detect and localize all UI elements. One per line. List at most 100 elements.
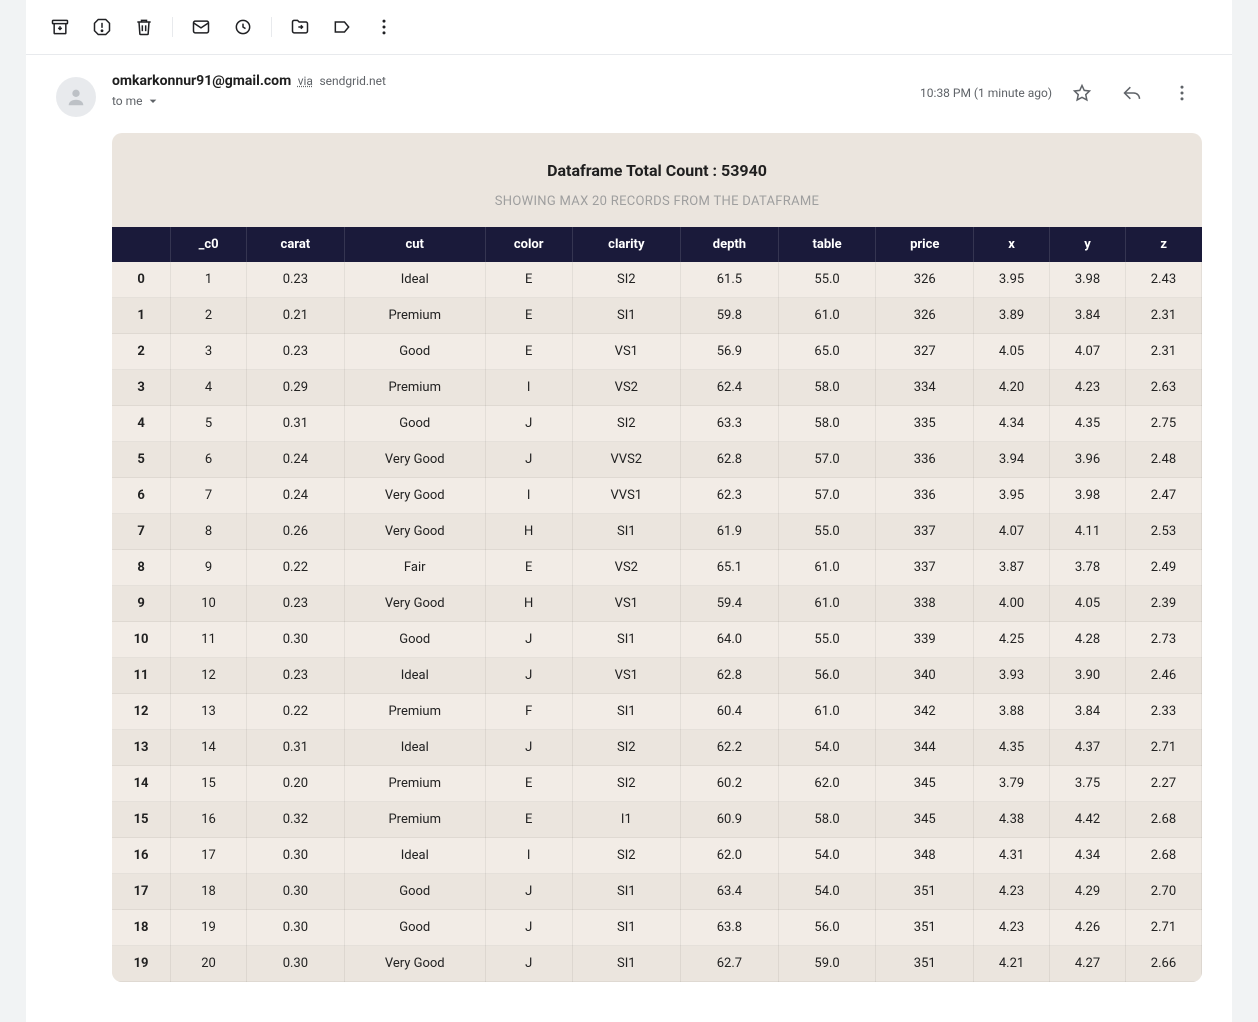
data-cell: 4.05: [1050, 586, 1126, 622]
moveto-button[interactable]: [280, 7, 320, 47]
data-cell: SI2: [572, 766, 681, 802]
sender-avatar[interactable]: [56, 77, 96, 117]
data-cell: 4.42: [1050, 802, 1126, 838]
data-cell: 3.90: [1050, 658, 1126, 694]
data-cell: 0.23: [247, 262, 345, 298]
data-cell: Good: [344, 874, 485, 910]
data-cell: 4.07: [974, 514, 1050, 550]
data-cell: 3.94: [974, 442, 1050, 478]
data-cell: 61.5: [681, 262, 779, 298]
data-cell: VVS1: [572, 478, 681, 514]
data-cell: 4.35: [974, 730, 1050, 766]
row-index-cell: 18: [112, 910, 171, 946]
data-cell: Ideal: [344, 658, 485, 694]
data-cell: 4.05: [974, 334, 1050, 370]
column-header: price: [876, 227, 974, 262]
data-cell: 0.26: [247, 514, 345, 550]
data-cell: 351: [876, 946, 974, 982]
data-cell: VS1: [572, 334, 681, 370]
data-cell: 351: [876, 910, 974, 946]
data-cell: 62.7: [681, 946, 779, 982]
data-cell: 337: [876, 550, 974, 586]
data-cell: 3.79: [974, 766, 1050, 802]
data-cell: 2: [171, 298, 247, 334]
row-index-cell: 2: [112, 334, 171, 370]
data-cell: SI1: [572, 874, 681, 910]
row-index-cell: 13: [112, 730, 171, 766]
snooze-button[interactable]: [223, 7, 263, 47]
data-cell: 3.96: [1050, 442, 1126, 478]
data-cell: 2.63: [1125, 370, 1201, 406]
data-cell: 56.0: [778, 658, 876, 694]
data-cell: 4.00: [974, 586, 1050, 622]
data-cell: 2.68: [1125, 802, 1201, 838]
table-header-row: _c0caratcutcolorclaritydepthtablepricexy…: [112, 227, 1202, 262]
recipient-line[interactable]: to me: [112, 93, 386, 109]
data-cell: Premium: [344, 370, 485, 406]
data-cell: Premium: [344, 802, 485, 838]
data-cell: 4.37: [1050, 730, 1126, 766]
reply-button[interactable]: [1112, 73, 1152, 113]
data-cell: 2.49: [1125, 550, 1201, 586]
data-cell: J: [485, 658, 572, 694]
spam-button[interactable]: [82, 7, 122, 47]
delete-button[interactable]: [124, 7, 164, 47]
data-cell: 345: [876, 802, 974, 838]
data-cell: 3.98: [1050, 478, 1126, 514]
data-cell: 2.75: [1125, 406, 1201, 442]
data-cell: 336: [876, 442, 974, 478]
data-cell: 3.95: [974, 478, 1050, 514]
message-meta: 10:38 PM (1 minute ago): [920, 73, 1202, 113]
data-cell: SI1: [572, 514, 681, 550]
labels-button[interactable]: [322, 7, 362, 47]
message-more-button[interactable]: [1162, 73, 1202, 113]
data-cell: 0.24: [247, 442, 345, 478]
data-cell: Good: [344, 910, 485, 946]
table-row: 230.23GoodEVS156.965.03274.054.072.31: [112, 334, 1202, 370]
message-toolbar: [26, 0, 1232, 55]
dataframe-table: _c0caratcutcolorclaritydepthtablepricexy…: [112, 227, 1202, 982]
table-row: 19200.30Very GoodJSI162.759.03514.214.27…: [112, 946, 1202, 982]
data-cell: 8: [171, 514, 247, 550]
data-cell: 16: [171, 802, 247, 838]
message-body: omkarkonnur91@gmail.com via sendgrid.net…: [112, 73, 1202, 982]
dataframe-subtitle: SHOWING MAX 20 RECORDS FROM THE DATAFRAM…: [132, 194, 1182, 209]
data-cell: 64.0: [681, 622, 779, 658]
more-button[interactable]: [364, 7, 404, 47]
data-cell: 63.4: [681, 874, 779, 910]
data-cell: 57.0: [778, 442, 876, 478]
data-cell: 60.4: [681, 694, 779, 730]
row-index-cell: 8: [112, 550, 171, 586]
star-button[interactable]: [1062, 73, 1102, 113]
table-row: 450.31GoodJSI263.358.03354.344.352.75: [112, 406, 1202, 442]
data-cell: J: [485, 622, 572, 658]
data-cell: 4.35: [1050, 406, 1126, 442]
table-row: 340.29PremiumIVS262.458.03344.204.232.63: [112, 370, 1202, 406]
data-cell: I1: [572, 802, 681, 838]
data-cell: 12: [171, 658, 247, 694]
data-cell: 337: [876, 514, 974, 550]
data-cell: J: [485, 946, 572, 982]
data-cell: VVS2: [572, 442, 681, 478]
data-cell: I: [485, 478, 572, 514]
column-header: color: [485, 227, 572, 262]
table-row: 18190.30GoodJSI163.856.03514.234.262.71: [112, 910, 1202, 946]
data-cell: Very Good: [344, 442, 485, 478]
data-cell: 4.23: [974, 910, 1050, 946]
data-cell: 62.3: [681, 478, 779, 514]
unread-button[interactable]: [181, 7, 221, 47]
via-domain: sendgrid.net: [319, 74, 386, 88]
data-cell: 2.66: [1125, 946, 1201, 982]
row-index-cell: 7: [112, 514, 171, 550]
archive-button[interactable]: [40, 7, 80, 47]
data-cell: E: [485, 262, 572, 298]
data-cell: 65.0: [778, 334, 876, 370]
row-index-cell: 12: [112, 694, 171, 730]
data-cell: Premium: [344, 694, 485, 730]
data-cell: 17: [171, 838, 247, 874]
table-row: 10110.30GoodJSI164.055.03394.254.282.73: [112, 622, 1202, 658]
data-cell: Very Good: [344, 478, 485, 514]
data-cell: VS1: [572, 586, 681, 622]
data-cell: 0.29: [247, 370, 345, 406]
message-area: omkarkonnur91@gmail.com via sendgrid.net…: [26, 55, 1232, 1022]
